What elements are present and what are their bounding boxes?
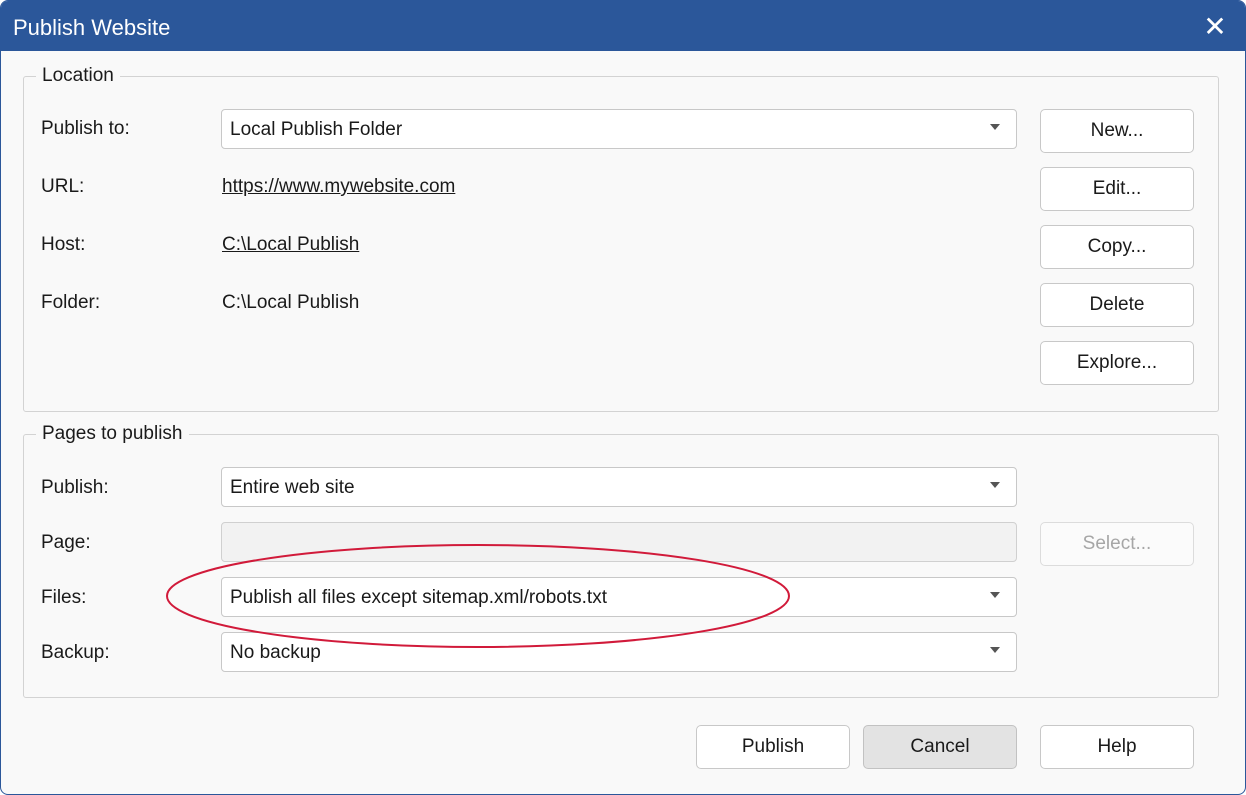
publish-to-value: Local Publish Folder [230, 119, 403, 140]
publish-label: Publish: [41, 477, 109, 498]
chevron-down-icon [990, 647, 1000, 653]
files-dropdown[interactable]: Publish all files except sitemap.xml/rob… [221, 577, 1017, 617]
page-field [221, 522, 1017, 562]
new-button[interactable]: New... [1040, 109, 1194, 153]
backup-dropdown[interactable]: No backup [221, 632, 1017, 672]
publish-to-dropdown[interactable]: Local Publish Folder [221, 109, 1017, 149]
chevron-down-icon [990, 124, 1000, 130]
publish-to-label: Publish to: [41, 118, 130, 139]
delete-button[interactable]: Delete [1040, 283, 1194, 327]
close-icon: ✕ [1203, 10, 1227, 42]
location-legend: Location [42, 65, 114, 86]
files-label: Files: [41, 587, 87, 608]
explore-button[interactable]: Explore... [1040, 341, 1194, 385]
url-label: URL: [41, 176, 85, 197]
select-button: Select... [1040, 522, 1194, 566]
publish-button[interactable]: Publish [696, 725, 850, 769]
url-link[interactable]: https://www.mywebsite.com [222, 176, 455, 198]
pages-legend: Pages to publish [42, 423, 183, 444]
publish-scope-value: Entire web site [230, 477, 355, 498]
folder-label: Folder: [41, 292, 101, 313]
title-bar: Publish Website ✕ [1, 1, 1245, 51]
close-button[interactable]: ✕ [1185, 1, 1245, 51]
chevron-down-icon [990, 482, 1000, 488]
window-title: Publish Website [13, 15, 171, 40]
chevron-down-icon [990, 592, 1000, 598]
host-label: Host: [41, 234, 86, 255]
backup-label: Backup: [41, 642, 110, 663]
files-value: Publish all files except sitemap.xml/rob… [230, 587, 607, 608]
edit-button[interactable]: Edit... [1040, 167, 1194, 211]
copy-button[interactable]: Copy... [1040, 225, 1194, 269]
page-label: Page: [41, 532, 91, 553]
publish-scope-dropdown[interactable]: Entire web site [221, 467, 1017, 507]
host-link[interactable]: C:\Local Publish [222, 234, 359, 256]
cancel-button[interactable]: Cancel [863, 725, 1017, 769]
folder-value: C:\Local Publish [222, 292, 360, 313]
publish-website-dialog: Publish Website ✕ Location Publish to: L… [0, 0, 1246, 795]
help-button[interactable]: Help [1040, 725, 1194, 769]
backup-value: No backup [230, 642, 321, 663]
